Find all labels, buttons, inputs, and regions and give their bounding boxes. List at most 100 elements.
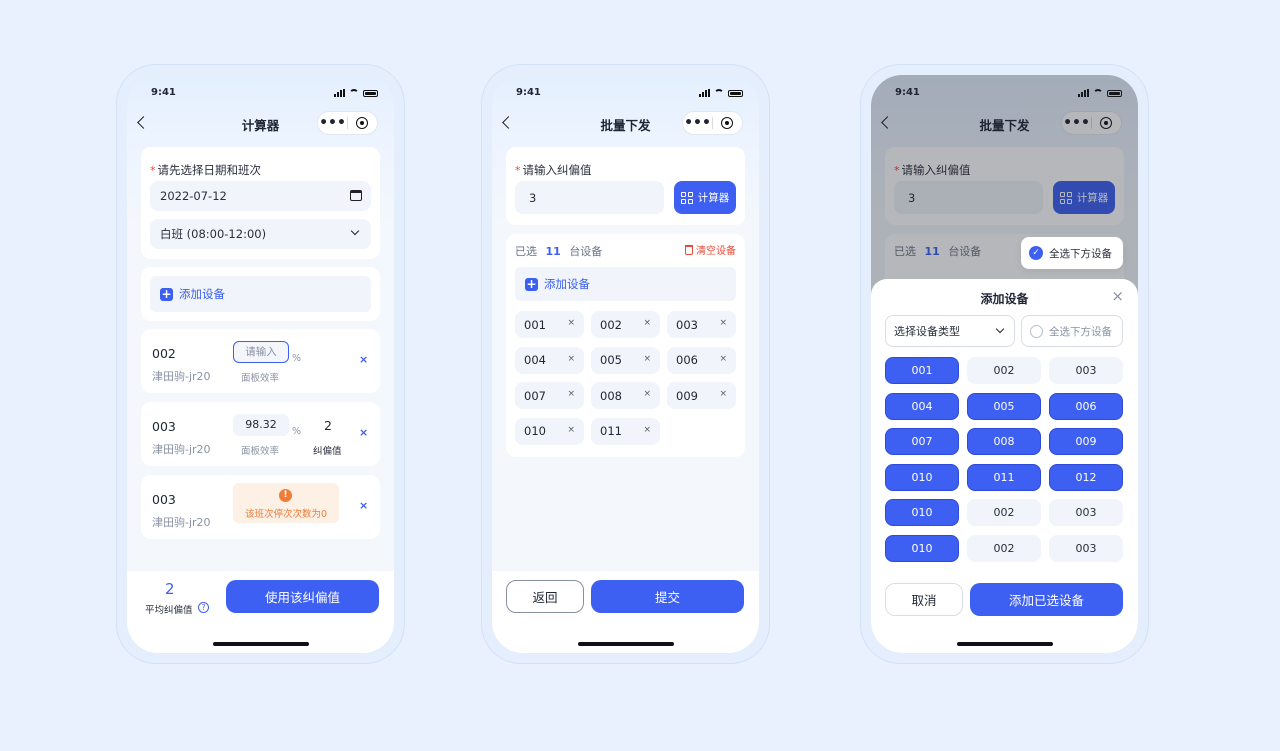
chip-remove-icon[interactable]: × [567, 354, 575, 364]
wifi-icon [349, 89, 359, 97]
chip-remove-icon[interactable]: × [643, 389, 651, 399]
date-picker[interactable]: 2022-07-12 [150, 181, 371, 211]
device-option[interactable]: 006 [1049, 392, 1123, 420]
close-icon[interactable]: × [1111, 287, 1124, 305]
cancel-button[interactable]: 取消 [885, 583, 963, 616]
select-all-checkbox[interactable]: 全选下方设备 [1021, 315, 1123, 347]
device-option[interactable]: 008 [967, 428, 1041, 456]
device-option[interactable]: 005 [967, 392, 1041, 420]
chip-remove-icon[interactable]: × [643, 318, 651, 328]
chip-remove-icon[interactable]: × [567, 389, 575, 399]
submit-button[interactable]: 提交 [591, 580, 744, 613]
add-device-button[interactable]: + 添加设备 [515, 267, 736, 301]
home-indicator [212, 642, 309, 646]
chip-remove-icon[interactable]: × [719, 389, 727, 399]
device-option[interactable]: 011 [967, 463, 1041, 491]
device-option[interactable]: 007 [885, 428, 959, 456]
more-icon[interactable]: ••• [683, 116, 712, 130]
device-option[interactable]: 002 [967, 535, 1041, 562]
device-option[interactable]: 001 [885, 357, 959, 384]
date-value: 2022-07-12 [160, 189, 227, 203]
device-option[interactable]: 002 [967, 357, 1041, 384]
close-target-icon[interactable] [713, 117, 742, 129]
deviation-label: 纠偏值 [313, 446, 342, 457]
efficiency-value: 98.32 [233, 414, 289, 436]
status-bar: 9:41 [492, 87, 759, 101]
calendar-icon [350, 190, 362, 201]
device-chip: 008 × [591, 382, 660, 409]
clear-devices-button[interactable]: 清空设备 [685, 242, 736, 257]
device-option[interactable]: 003 [1049, 357, 1123, 384]
selected-prefix: 已选 [515, 245, 537, 258]
add-device-button[interactable]: + 添加设备 [150, 276, 371, 312]
device-option[interactable]: 003 [1049, 535, 1123, 562]
select-all-below-label: 全选下方设备 [1049, 247, 1112, 260]
select-all-tooltip[interactable]: ✓ 全选下方设备 [1021, 237, 1123, 269]
status-bar: 9:41 [127, 87, 394, 101]
device-chip: 011 × [591, 417, 660, 445]
efficiency-label: 面板效率 [241, 446, 280, 457]
bottom-bar: 返回 提交 [492, 571, 759, 653]
device-chip: 010 × [515, 417, 584, 445]
device-option[interactable]: 012 [1049, 463, 1123, 491]
device-type-select[interactable]: 选择设备类型 [885, 315, 1015, 347]
chip-remove-icon[interactable]: × [719, 318, 727, 328]
more-icon[interactable]: ••• [318, 116, 347, 130]
chip-remove-icon[interactable]: × [719, 354, 727, 364]
chip-remove-icon[interactable]: × [643, 425, 651, 435]
required-mark: * [150, 164, 156, 177]
device-chip-label: 007 [524, 388, 546, 403]
device-chip-label: 005 [600, 353, 622, 367]
back-button[interactable]: 返回 [506, 580, 584, 613]
required-mark: * [515, 164, 521, 177]
device-option[interactable]: 010 [885, 535, 959, 562]
wifi-icon [714, 89, 724, 97]
close-target-icon[interactable] [348, 117, 377, 129]
device-option[interactable]: 010 [885, 499, 959, 527]
device-chip: 006 × [667, 346, 736, 374]
calculator-label: 计算器 [697, 192, 730, 204]
device-chip-label: 011 [600, 424, 622, 438]
use-deviation-button[interactable]: 使用该纠偏值 [226, 580, 379, 613]
add-selected-button[interactable]: 添加已选设备 [970, 583, 1123, 616]
sheet-title: 添加设备 [980, 292, 1029, 306]
calculator-button[interactable]: 计算器 [674, 181, 736, 214]
select-all-label: 全选下方设备 [1049, 325, 1112, 338]
chip-remove-icon[interactable]: × [567, 318, 575, 328]
screen: 9:41 批量下发 ••• * 请输入纠偏值 3 [871, 75, 1138, 653]
device-chip-label: 008 [600, 388, 622, 403]
help-icon[interactable]: ? [198, 602, 209, 613]
selected-count: 11 [545, 245, 561, 258]
device-option[interactable]: 009 [1049, 428, 1123, 456]
device-chip-label: 009 [676, 388, 698, 403]
device-chip: 003 × [667, 311, 736, 338]
remove-icon[interactable]: × [359, 499, 368, 512]
device-option[interactable]: 010 [885, 463, 959, 491]
screen: 9:41 计算器 ••• * 请先选择日期和班次 2022-07-12 白班 (… [127, 75, 394, 653]
shift-value: 白班 (08:00-12:00) [160, 227, 267, 241]
percent-unit: % [292, 353, 302, 364]
device-chip-label: 004 [524, 353, 546, 367]
device-option[interactable]: 002 [967, 499, 1041, 527]
remove-icon[interactable]: × [359, 426, 368, 439]
date-label: 请先选择日期和班次 [157, 163, 262, 177]
device-chip: 004 × [515, 346, 584, 374]
device-option[interactable]: 004 [885, 392, 959, 420]
device-chip: 005 × [591, 346, 660, 374]
device-chip: 002 × [591, 311, 660, 338]
chip-remove-icon[interactable]: × [567, 425, 575, 435]
trash-icon [685, 244, 693, 255]
remove-icon[interactable]: × [359, 353, 368, 366]
deviation-input[interactable]: 3 [515, 181, 664, 214]
signal-icon [699, 89, 710, 97]
device-option[interactable]: 003 [1049, 499, 1123, 527]
efficiency-input[interactable]: 请输入 [233, 341, 289, 363]
deviation-input-value: 3 [529, 190, 537, 205]
chip-remove-icon[interactable]: × [643, 354, 651, 364]
deviation-input-card: * 请输入纠偏值 3 计算器 [506, 147, 745, 225]
percent-unit: % [292, 426, 302, 437]
device-code: 003 [152, 492, 176, 507]
device-card: 003 津田驹-jr20 98.32 % 面板效率 2 纠偏值 × [141, 402, 380, 466]
screen: 9:41 批量下发 ••• * 请输入纠偏值 3 [492, 75, 759, 653]
shift-select[interactable]: 白班 (08:00-12:00) [150, 219, 371, 249]
